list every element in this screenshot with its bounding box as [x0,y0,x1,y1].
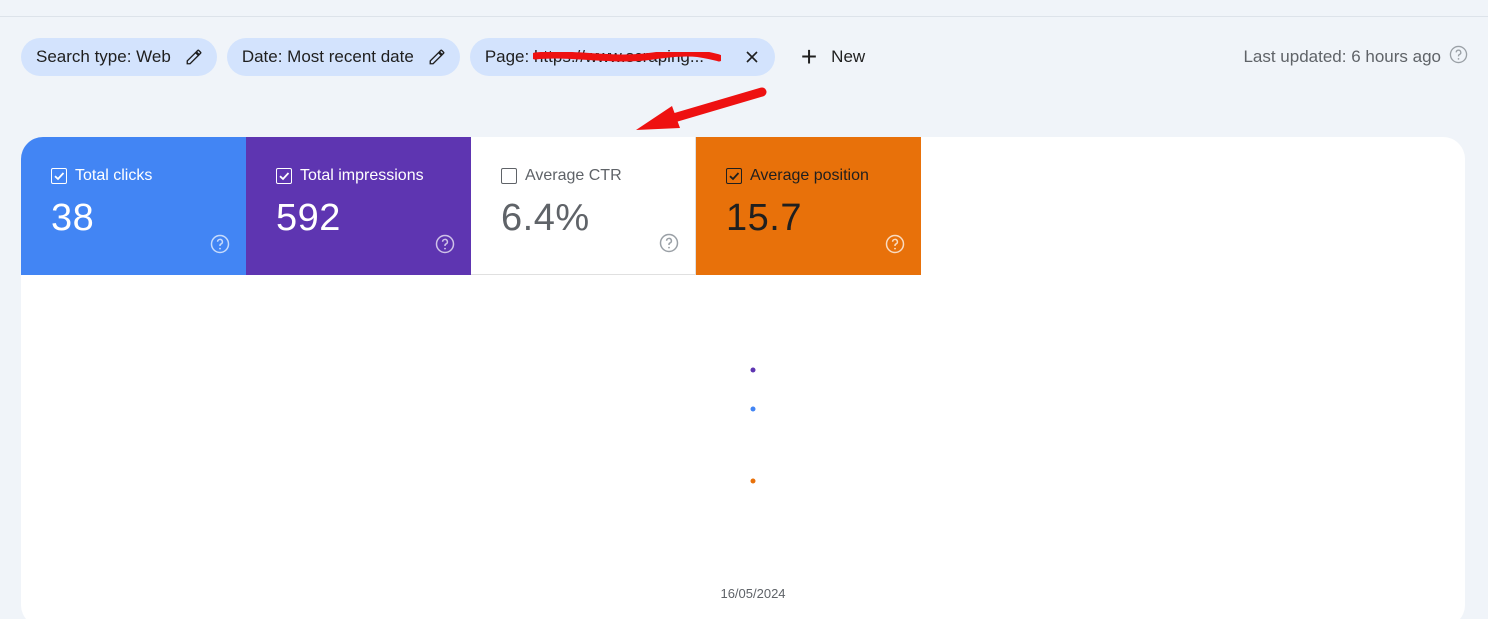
checkbox-icon[interactable] [276,168,292,184]
metric-label: Total clicks [75,167,153,184]
close-icon[interactable] [743,48,761,66]
pencil-icon[interactable] [428,48,446,66]
help-circle-icon[interactable] [435,234,455,259]
search-type-chip[interactable]: Search type: Web [21,38,217,76]
date-label: Date: Most recent date [241,47,414,66]
help-circle-icon[interactable] [885,234,905,259]
metric-label: Total impressions [300,167,424,184]
x-tick-label: 16/05/2024 [720,586,786,601]
performance-card: Total clicks 38 Total impressions 592 Av [21,137,1465,619]
metrics-row: Total clicks 38 Total impressions 592 Av [21,137,1465,275]
redaction-scribble [532,52,721,62]
pencil-icon[interactable] [185,48,203,66]
top-divider [0,16,1488,17]
help-circle-icon[interactable] [1449,45,1468,69]
page-chip[interactable]: Page: https://www.scraping... [469,38,775,76]
metric-total-clicks[interactable]: Total clicks 38 [21,137,246,275]
help-circle-icon[interactable] [659,233,679,258]
checkbox-icon[interactable] [501,168,517,184]
performance-chart [750,367,756,484]
metric-average-ctr[interactable]: Average CTR 6.4% [471,137,696,275]
filter-bar: Search type: Web Date: Most recent date … [21,38,1468,76]
date-chip[interactable]: Date: Most recent date [226,38,460,76]
point-total-clicks [750,406,756,412]
help-circle-icon[interactable] [210,234,230,259]
annotation-arrow [636,87,767,130]
checkbox-icon[interactable] [726,168,742,184]
checkbox-icon[interactable] [51,168,67,184]
search-type-label: Search type: Web [36,47,171,66]
metric-average-position[interactable]: Average position 15.7 [696,137,921,275]
point-average-position [750,478,756,484]
metric-label: Average position [750,167,869,184]
new-filter-label: New [831,47,866,66]
metric-total-impressions[interactable]: Total impressions 592 [246,137,471,275]
point-total-impressions [750,367,756,373]
new-filter-button[interactable]: + New [801,43,865,71]
last-updated: Last updated: 6 hours ago [1243,45,1468,69]
last-updated-text: Last updated: 6 hours ago [1243,47,1441,66]
plus-icon: + [800,41,818,72]
metric-label: Average CTR [525,167,622,184]
